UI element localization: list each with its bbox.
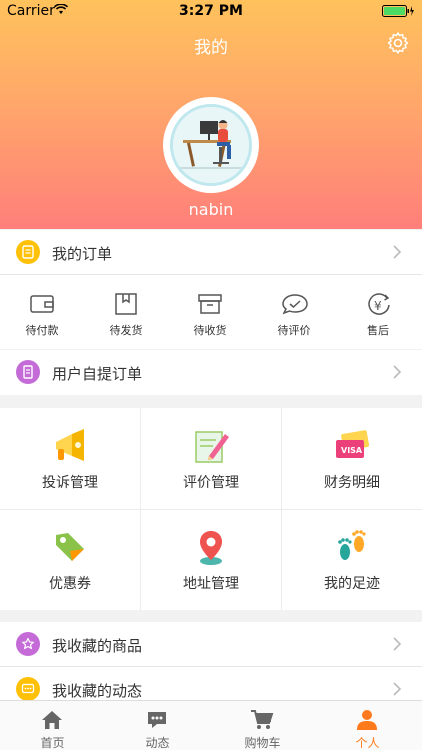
footprints-icon [338,530,366,560]
svg-text:VISA: VISA [341,446,363,455]
service-label: 财务明细 [324,475,380,491]
favorite-goods-row[interactable]: 我收藏的商品 [0,622,422,667]
home-icon [42,711,62,729]
tab-profile[interactable]: 个人 [315,701,420,750]
package-receive-icon [198,294,222,314]
favorite-goods-label: 我收藏的商品 [52,637,143,655]
my-orders-row[interactable]: 我的订单 [0,230,422,275]
review-management[interactable]: 评价管理 [141,408,281,509]
svg-text:¥: ¥ [374,299,382,313]
service-label: 地址管理 [183,576,239,592]
service-grid: 投诉管理 评价管理 VISA 财务明细 优惠券 地址管理 我的足迹 [0,408,422,610]
service-label: 评价管理 [183,475,239,491]
tab-home[interactable]: 首页 [0,701,105,750]
star-icon [16,632,40,656]
tab-cart[interactable]: 购物车 [210,701,315,750]
order-pending-shipment[interactable]: 待发货 [84,275,168,349]
wallet-icon [30,295,54,313]
my-orders-label: 我的订单 [52,245,113,263]
tab-label: 首页 [40,736,65,750]
message-icon [16,677,40,701]
order-after-sales[interactable]: ¥ 售后 [336,275,420,349]
pickup-orders-label: 用户自提订单 [52,365,143,383]
settings-gear-icon[interactable] [386,31,410,55]
order-list-icon [16,240,40,264]
my-footprints[interactable]: 我的足迹 [282,509,422,610]
avatar-image [170,104,252,186]
service-label: 优惠券 [49,576,91,592]
tab-label: 购物车 [244,736,281,750]
order-state-label: 待评价 [277,324,311,337]
chevron-right-icon [393,637,402,651]
order-pending-payment[interactable]: 待付款 [0,275,84,349]
coupons[interactable]: 优惠券 [0,509,140,610]
page-title: 我的 [194,38,228,58]
order-state-label: 售后 [367,324,389,337]
pickup-order-icon [16,360,40,384]
chevron-right-icon [393,245,402,259]
megaphone-icon [56,429,84,461]
cart-icon [251,710,274,729]
battery-icon [382,5,414,17]
tab-label: 个人 [355,736,380,750]
username: nabin [188,200,234,219]
location-pin-icon [200,531,222,565]
chat-icon [148,712,166,728]
clock: 3:27 PM [179,3,243,19]
status-bar: Carrier 3:27 PM [0,0,422,22]
pickup-orders-row[interactable]: 用户自提订单 [0,350,422,395]
chevron-right-icon [393,365,402,379]
box-icon [115,293,137,315]
service-label: 投诉管理 [42,475,98,491]
avatar[interactable] [163,97,259,193]
service-label: 我的足迹 [324,576,380,592]
favorite-posts-label: 我收藏的动态 [52,682,143,700]
comment-check-icon [282,294,308,315]
tab-bar: 首页 动态 购物车 个人 [0,700,422,750]
order-pending-review[interactable]: 待评价 [252,275,336,349]
order-pending-receipt[interactable]: 待收货 [168,275,252,349]
pencil-note-icon [195,431,229,463]
person-icon [357,710,377,730]
tab-label: 动态 [145,736,170,750]
finance-details[interactable]: VISA 财务明细 [282,408,422,509]
complaint-management[interactable]: 投诉管理 [0,408,140,509]
chevron-right-icon [393,682,402,696]
order-state-label: 待发货 [109,324,143,337]
cards-icon: VISA [336,430,370,458]
yen-refund-icon: ¥ [368,293,390,315]
tag-icon [56,533,84,561]
address-management[interactable]: 地址管理 [141,509,281,610]
order-status-strip: 待付款 待发货 待收货 待评价 ¥ 售后 [0,275,422,349]
order-state-label: 待付款 [25,324,59,337]
order-state-label: 待收货 [193,324,227,337]
tab-feed[interactable]: 动态 [105,701,210,750]
